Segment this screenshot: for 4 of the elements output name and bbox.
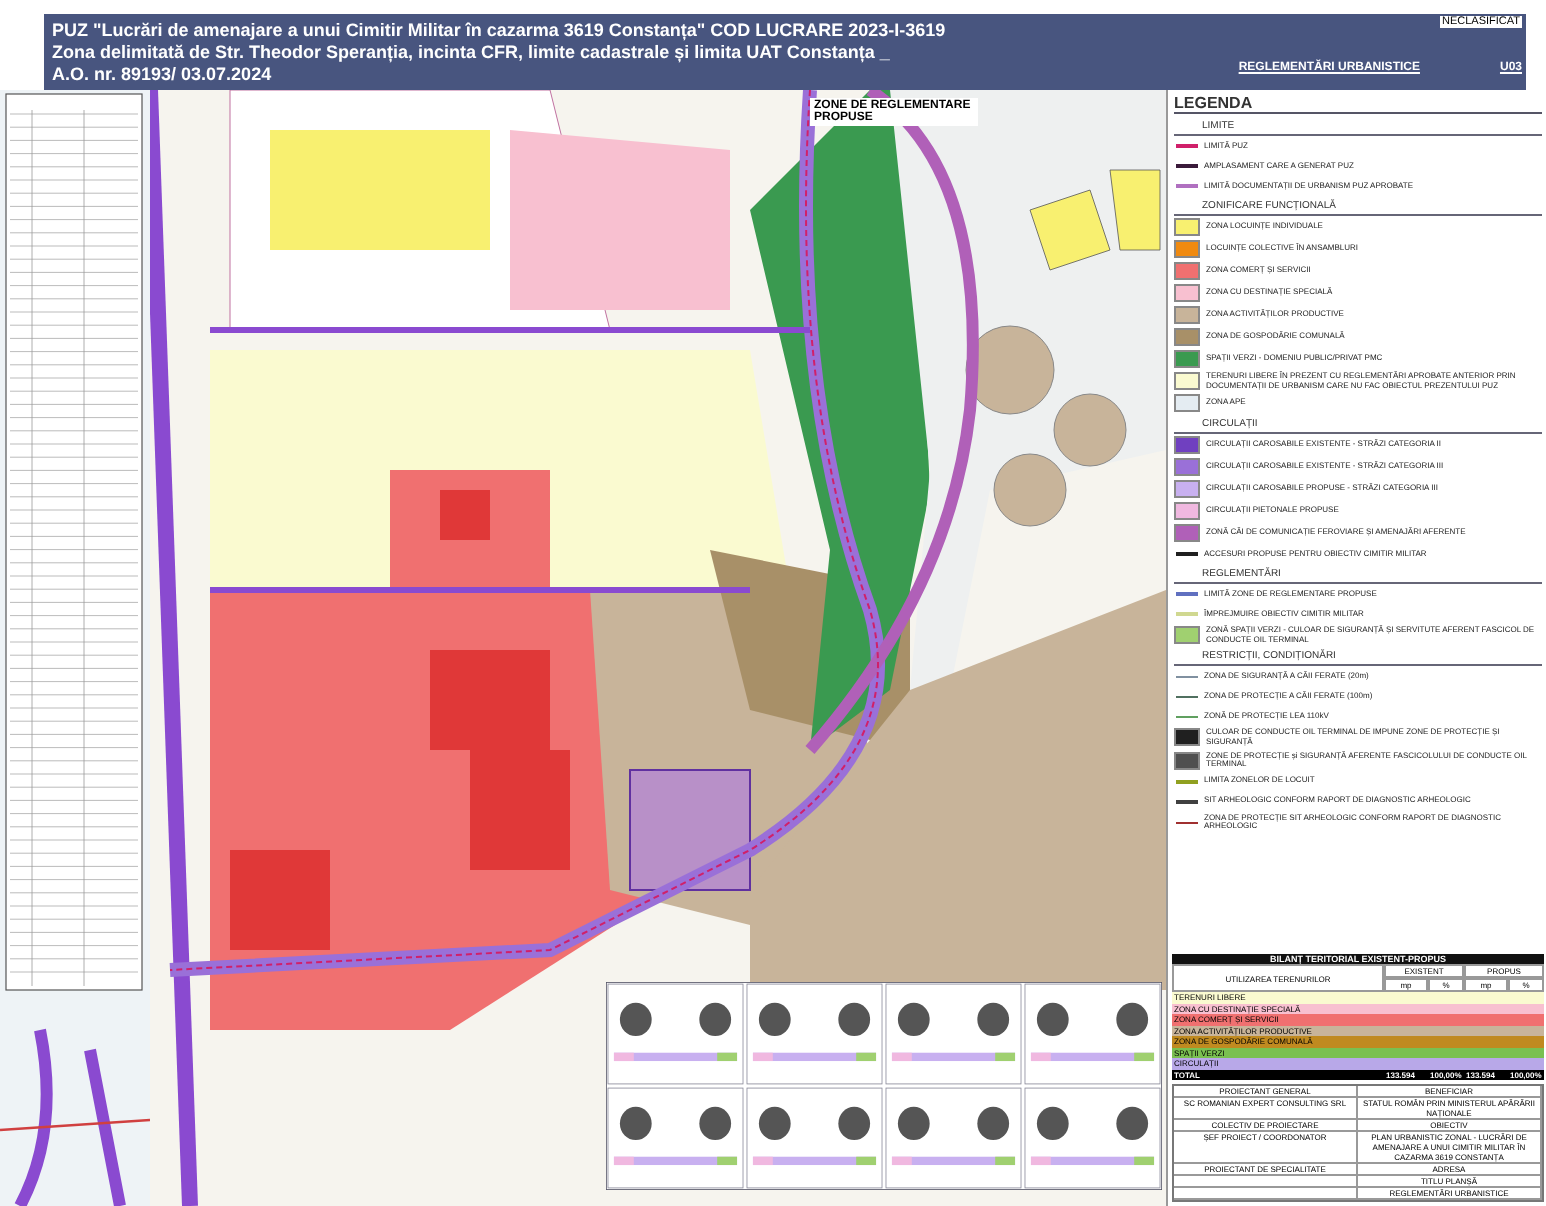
plan-title: A.O. nr. 89193/ 03.07.2024 <box>52 63 274 85</box>
legend-title: LEGENDA <box>1174 94 1542 114</box>
plan-title: Zona delimitată de Str. Theodor Speranția, incinta CFR, limite cadastrale și limita UAT Constanța _ <box>52 41 892 63</box>
plan-title: PUZ "Lucrări de amenajare a unui Cimitir Militar în cazarma 3619 Constanța" COD LUCRARE 2023-I-3619 <box>52 19 946 41</box>
